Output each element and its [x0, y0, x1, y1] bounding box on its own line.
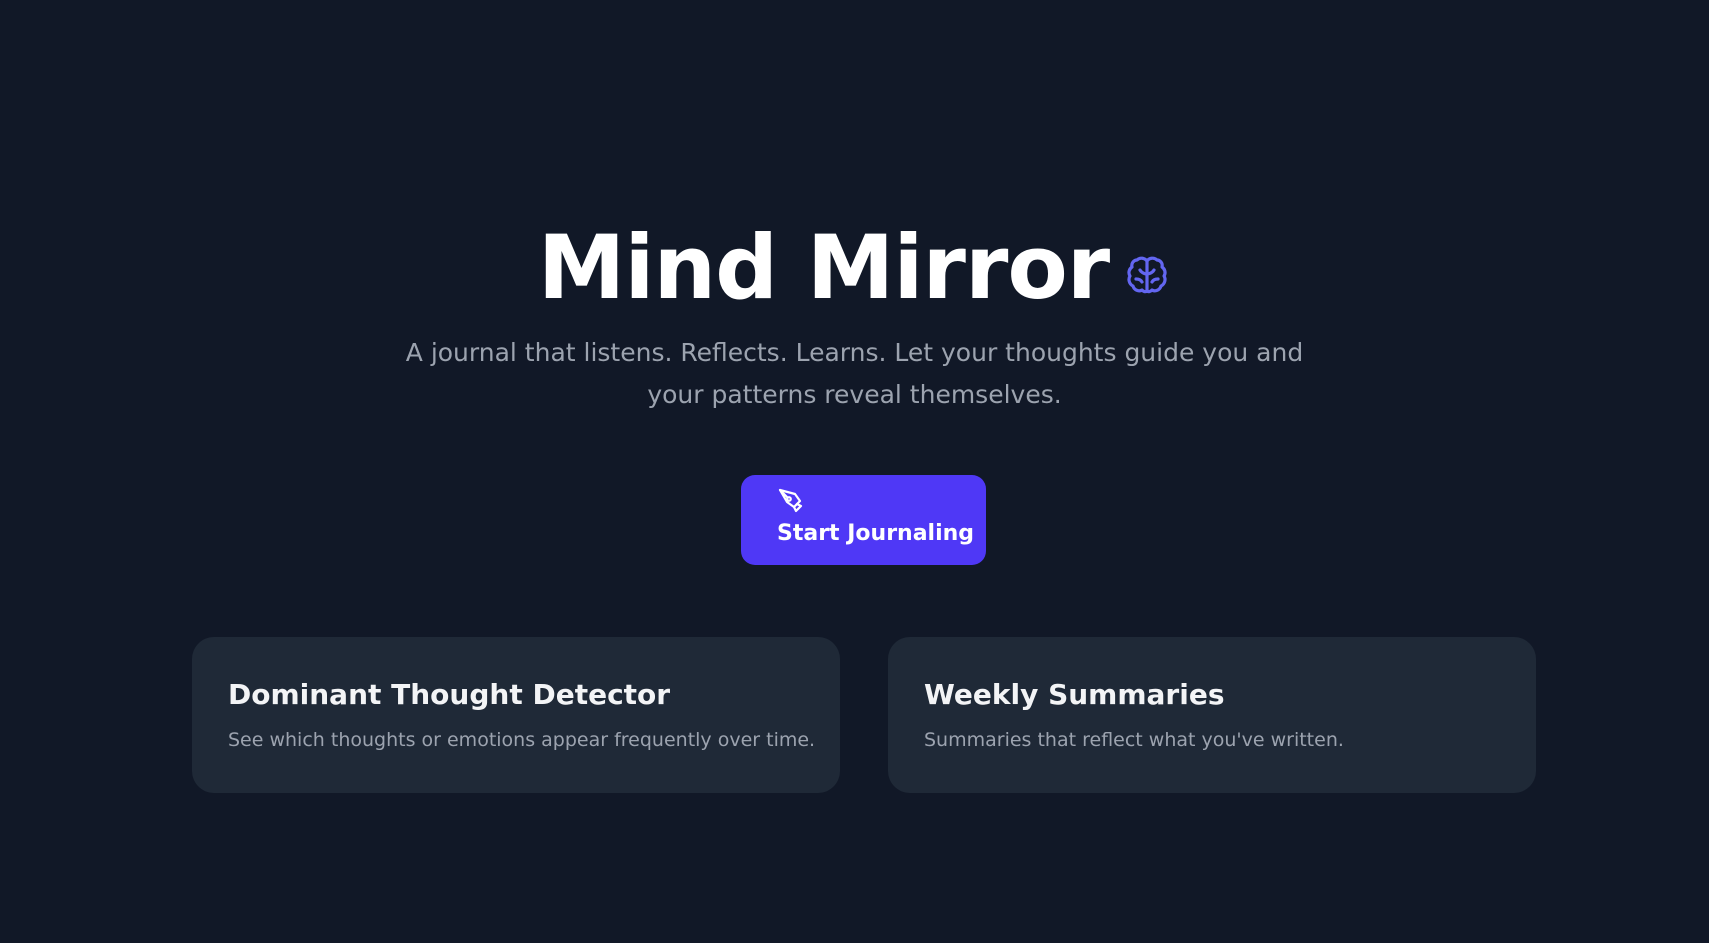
- page-title: Mind Mirror: [537, 216, 1110, 319]
- feature-card-weekly-summaries: Weekly Summaries Summaries that reflect …: [888, 637, 1536, 793]
- tagline: A journal that listens. Reflects. Learns…: [0, 332, 1709, 416]
- feature-description: See which thoughts or emotions appear fr…: [228, 729, 816, 751]
- start-journaling-button[interactable]: Start Journaling: [741, 475, 986, 565]
- hero-section: Mind Mirror A journal that listens. Refl…: [0, 0, 1709, 943]
- feature-title: Weekly Summaries: [924, 678, 1225, 711]
- feature-card-dominant-thought: Dominant Thought Detector See which thou…: [192, 637, 840, 793]
- title-row: Mind Mirror: [0, 218, 1709, 318]
- tagline-line-1: A journal that listens. Reflects. Learns…: [405, 338, 1304, 367]
- feature-title: Dominant Thought Detector: [228, 678, 671, 711]
- tagline-line-2: your patterns reveal themselves.: [647, 380, 1062, 409]
- brain-icon: [1123, 252, 1171, 300]
- start-journaling-label: Start Journaling: [777, 521, 975, 546]
- feature-description: Summaries that reflect what you've writt…: [924, 729, 1344, 751]
- pen-nib-icon: [777, 487, 805, 515]
